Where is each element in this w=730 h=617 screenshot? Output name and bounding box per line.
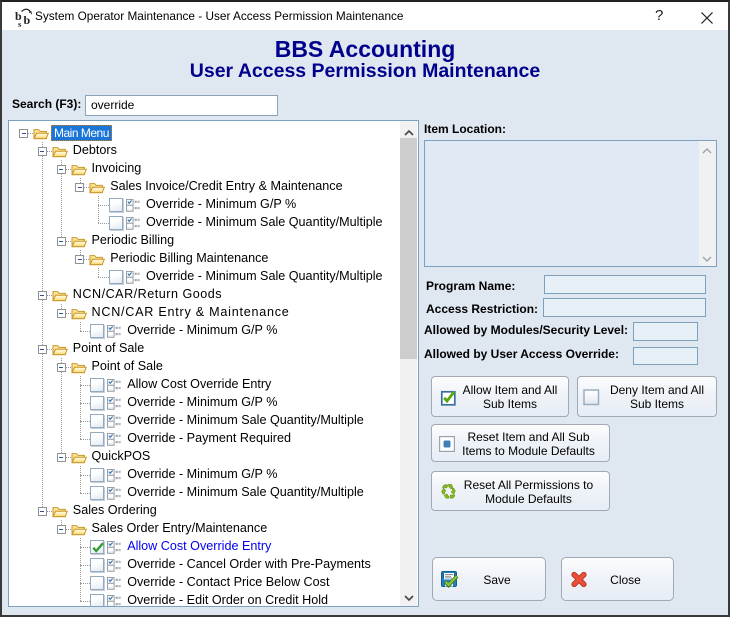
svg-text:b: b <box>24 13 31 27</box>
